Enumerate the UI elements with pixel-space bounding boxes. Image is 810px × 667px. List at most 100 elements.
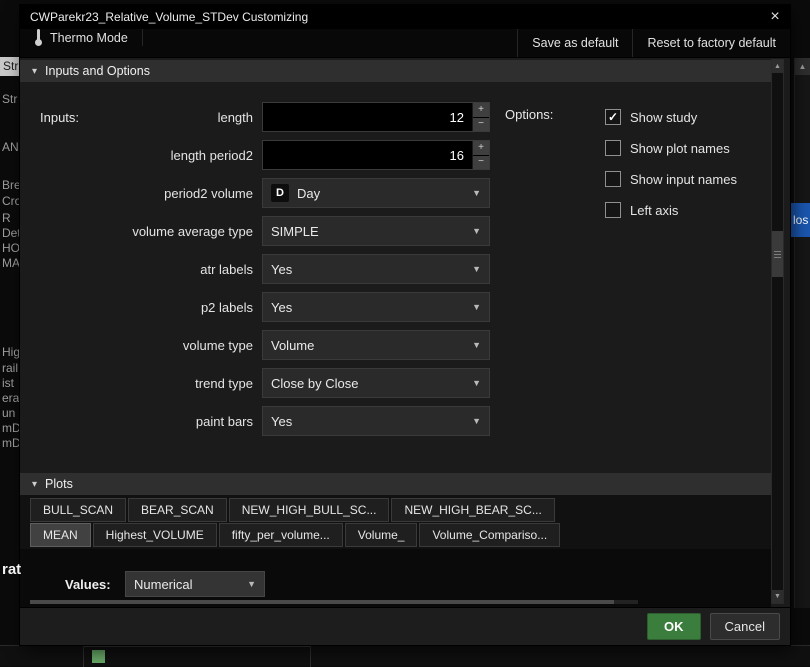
- plot-tab-volume[interactable]: Volume_: [344, 523, 418, 547]
- dropdown-value: Day: [297, 185, 321, 201]
- values-dropdown[interactable]: Numerical ▼: [125, 571, 265, 597]
- checkbox-show-plot-names[interactable]: Show plot names: [605, 138, 737, 158]
- dialog-title: CWParekr23_Relative_Volume_STDev Customi…: [30, 10, 309, 24]
- increment-icon[interactable]: +: [473, 103, 489, 117]
- decrement-icon[interactable]: −: [473, 155, 489, 169]
- dropdown-value: Numerical: [134, 576, 193, 592]
- p2-labels-dropdown[interactable]: Yes ▼: [262, 292, 490, 322]
- scrollbar-track[interactable]: [772, 73, 783, 590]
- dialog-scrollbar[interactable]: ▲ ▼: [771, 59, 784, 604]
- save-as-default-button[interactable]: Save as default: [517, 29, 632, 57]
- dropdown-arrow-icon: ▼: [472, 416, 481, 426]
- reset-to-factory-default-button[interactable]: Reset to factory default: [632, 29, 790, 57]
- inputs-options-section-header[interactable]: ▾ Inputs and Options: [20, 60, 771, 82]
- input-label: trend type: [195, 375, 253, 391]
- plots-section-header[interactable]: ▾ Plots: [20, 473, 771, 495]
- dropdown-arrow-icon: ▼: [472, 340, 481, 350]
- dialog-body: ▾ Inputs and Options Inputs: length + −: [20, 58, 790, 607]
- length-period2-input[interactable]: [263, 141, 472, 169]
- input-label: paint bars: [195, 413, 253, 429]
- plot-tabs: BULL_SCAN BEAR_SCAN NEW_HIGH_BULL_SC... …: [20, 495, 771, 549]
- checkbox-show-study[interactable]: ✓ Show study: [605, 107, 737, 127]
- checkbox-icon[interactable]: [605, 171, 621, 187]
- input-row: paint bars Yes ▼: [20, 406, 771, 436]
- length-input[interactable]: [263, 103, 472, 131]
- dropdown-value: Close by Close: [271, 375, 359, 391]
- study-customizing-dialog: CWParekr23_Relative_Volume_STDev Customi…: [20, 5, 790, 645]
- checkbox-label: Left axis: [630, 202, 679, 218]
- thermo-mode-label: Thermo Mode: [50, 30, 128, 45]
- scrollbar-thumb[interactable]: [30, 600, 614, 604]
- input-label: length period2: [170, 147, 253, 163]
- volume-type-dropdown[interactable]: Volume ▼: [262, 330, 490, 360]
- plot-tab-bear-scan[interactable]: BEAR_SCAN: [128, 498, 227, 522]
- plot-tab-new-high-bear-scan[interactable]: NEW_HIGH_BEAR_SC...: [391, 498, 555, 522]
- background-fragment: rail: [2, 361, 19, 375]
- background-fragment: ist: [2, 376, 14, 390]
- app-scrollbar[interactable]: ▲: [794, 58, 810, 608]
- table-border: [83, 646, 311, 647]
- plot-tab-new-high-bull-scan[interactable]: NEW_HIGH_BULL_SC...: [228, 498, 390, 522]
- dropdown-arrow-icon: ▼: [472, 302, 481, 312]
- scrollbar-thumb[interactable]: [772, 231, 783, 277]
- input-label: period2 volume: [164, 185, 253, 201]
- plot-values-panel: Values: Numerical ▼: [20, 549, 771, 607]
- scroll-up-icon[interactable]: ▲: [772, 60, 783, 73]
- thermo-mode-button[interactable]: Thermo Mode: [20, 29, 143, 46]
- paint-bars-dropdown[interactable]: Yes ▼: [262, 406, 490, 436]
- dialog-titlebar[interactable]: CWParekr23_Relative_Volume_STDev Customi…: [20, 5, 790, 29]
- dropdown-value: Yes: [271, 299, 293, 315]
- period2-volume-dropdown[interactable]: D Day ▼: [262, 178, 490, 208]
- plot-tab-mean[interactable]: MEAN: [30, 523, 91, 547]
- input-row: p2 labels Yes ▼: [20, 292, 771, 322]
- length-period2-spinner[interactable]: + −: [262, 140, 490, 170]
- checkbox-icon[interactable]: [605, 140, 621, 156]
- checkbox-icon[interactable]: ✓: [605, 109, 621, 125]
- input-row: atr labels Yes ▼: [20, 254, 771, 284]
- background-fragment: mD: [2, 436, 21, 450]
- plot-tab-highest-volume[interactable]: Highest_VOLUME: [92, 523, 217, 547]
- background-fragment: mD: [2, 421, 21, 435]
- dropdown-value: SIMPLE: [271, 223, 319, 239]
- dropdown-value: Yes: [271, 413, 293, 429]
- table-border: [310, 646, 311, 667]
- close-icon[interactable]: ×: [760, 5, 790, 29]
- length-spinner[interactable]: + −: [262, 102, 490, 132]
- checkbox-icon[interactable]: [605, 202, 621, 218]
- plot-tab-bull-scan[interactable]: BULL_SCAN: [30, 498, 127, 522]
- dialog-footer: OK Cancel: [20, 607, 790, 645]
- dropdown-arrow-icon: ▼: [472, 188, 481, 198]
- input-label: atr labels: [200, 261, 253, 277]
- input-label: p2 labels: [200, 299, 253, 315]
- background-fragment: R: [2, 211, 11, 225]
- dropdown-arrow-icon: ▼: [472, 226, 481, 236]
- input-row: volume average type SIMPLE ▼: [20, 216, 771, 246]
- section-title: Inputs and Options: [45, 64, 150, 78]
- ok-button[interactable]: OK: [647, 613, 701, 640]
- input-row: volume type Volume ▼: [20, 330, 771, 360]
- cancel-button[interactable]: Cancel: [709, 613, 780, 640]
- atr-labels-dropdown[interactable]: Yes ▼: [262, 254, 490, 284]
- background-fragment: Str: [2, 92, 18, 106]
- scroll-up-icon[interactable]: ▲: [795, 58, 810, 75]
- plot-tab-fifty-per-volume[interactable]: fifty_per_volume...: [218, 523, 343, 547]
- options-heading: Options:: [505, 107, 554, 122]
- checkbox-label: Show study: [630, 109, 698, 125]
- inputs-heading: Inputs:: [40, 110, 80, 125]
- green-status-cell: [92, 650, 105, 663]
- plot-tab-volume-comparison[interactable]: Volume_Compariso...: [419, 523, 561, 547]
- increment-icon[interactable]: +: [473, 141, 489, 155]
- volume-average-type-dropdown[interactable]: SIMPLE ▼: [262, 216, 490, 246]
- checkbox-label: Show input names: [630, 171, 737, 187]
- aggregation-badge: D: [271, 184, 289, 202]
- input-label: volume type: [182, 337, 253, 353]
- trend-type-dropdown[interactable]: Close by Close ▼: [262, 368, 490, 398]
- decrement-icon[interactable]: −: [473, 117, 489, 131]
- options-panel: Options: ✓ Show study Show plot names Sh…: [505, 107, 737, 220]
- horizontal-scrollbar[interactable]: [30, 600, 638, 604]
- checkbox-show-input-names[interactable]: Show input names: [605, 169, 737, 189]
- checkbox-left-axis[interactable]: Left axis: [605, 200, 737, 220]
- scroll-down-icon[interactable]: ▼: [772, 590, 783, 603]
- thermometer-icon: [34, 29, 43, 46]
- input-row: trend type Close by Close ▼: [20, 368, 771, 398]
